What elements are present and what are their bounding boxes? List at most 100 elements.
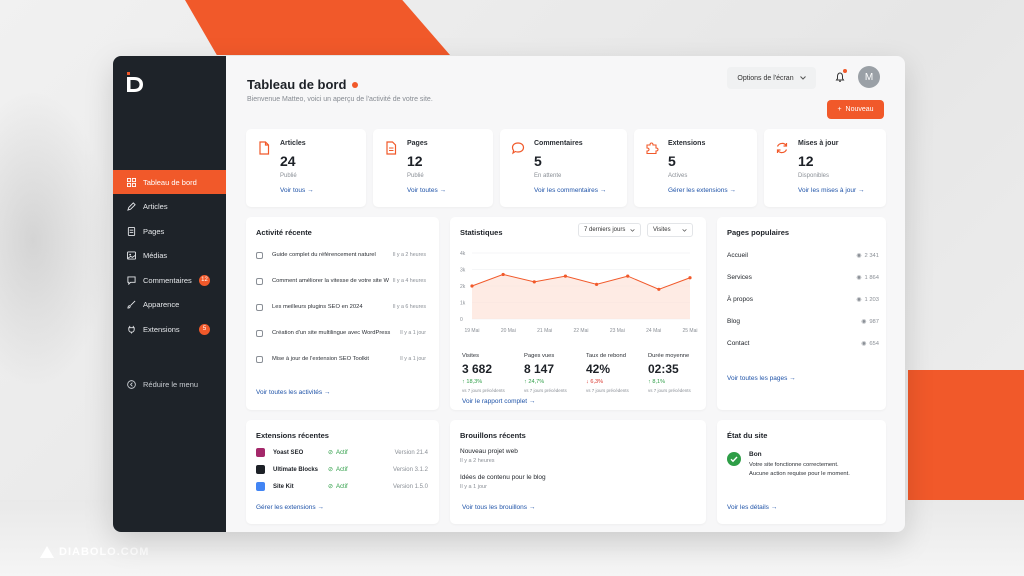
- popular-page-row[interactable]: Contact ◉ 654: [727, 340, 879, 347]
- extension-row[interactable]: Yoast SEO ⊘ Actif Version 21.4: [256, 448, 428, 457]
- x-tick-label: 21 Mai: [537, 328, 552, 334]
- y-tick-label: 4k: [460, 251, 466, 257]
- metric-select[interactable]: Visites: [647, 223, 693, 237]
- data-point[interactable]: [532, 280, 536, 284]
- extension-status: ⊘ Actif: [328, 466, 380, 474]
- stat-value: 12: [407, 153, 423, 169]
- popular-page-row[interactable]: À propos ◉ 1 203: [727, 296, 879, 303]
- puzzle-icon: [646, 142, 659, 155]
- sidebar-item-extensions[interactable]: Extensions 5: [113, 317, 226, 341]
- recent-activity-card: Activité récente Guide complet du référe…: [246, 217, 439, 410]
- stat-card-updates: Mises à jour 12 Disponibles Voir les mis…: [764, 129, 886, 207]
- metric-label: Pages vues: [524, 353, 555, 359]
- stat-value: 5: [534, 153, 542, 169]
- activity-row[interactable]: Guide complet du référencement naturel I…: [256, 242, 426, 268]
- activity-row[interactable]: Création d'un site multilingue avec Word…: [256, 320, 426, 346]
- collapse-menu-button[interactable]: Réduire le menu: [127, 380, 198, 389]
- app-logo-icon[interactable]: [127, 72, 145, 92]
- stat-value: 24: [280, 153, 296, 169]
- refresh-icon: [776, 142, 788, 154]
- draft-title[interactable]: Idées de contenu pour le blog: [460, 474, 546, 481]
- view-all-drafts-link[interactable]: Voir tous les brouillons →: [462, 504, 535, 511]
- sidebar-item-articles[interactable]: Articles: [113, 195, 226, 219]
- extension-version: Version 1.5.0: [392, 483, 428, 490]
- screen-options-button[interactable]: Options de l'écran: [727, 67, 816, 89]
- comment-icon: [511, 142, 525, 155]
- link-label: Voir tous les brouillons: [462, 504, 528, 511]
- view-all-activity-link[interactable]: Voir toutes les activités →: [256, 389, 330, 396]
- data-point[interactable]: [657, 287, 661, 291]
- extension-row[interactable]: Site Kit ⊘ Actif Version 1.5.0: [256, 482, 428, 491]
- chevron-down-icon: [630, 228, 635, 232]
- link-label: Voir les détails: [727, 504, 769, 511]
- y-tick-label: 0: [460, 317, 463, 323]
- data-point[interactable]: [594, 282, 599, 286]
- x-tick-label: 19 Mai: [464, 328, 479, 334]
- page-views: ◉ 2 341: [856, 252, 879, 259]
- data-point[interactable]: [563, 274, 568, 278]
- check-circle-icon: ⊘: [328, 484, 334, 490]
- metric-compare: vs 7 jours précédents: [648, 388, 691, 393]
- view-details-link[interactable]: Voir les détails →: [727, 504, 777, 511]
- activity-row[interactable]: Mise à jour de l'extension SEO Toolkit I…: [256, 346, 426, 372]
- manage-extensions-link[interactable]: Gérer les extensions →: [256, 504, 324, 511]
- new-button[interactable]: + Nouveau: [827, 100, 884, 119]
- sidebar-item-label: Tableau de bord: [143, 177, 197, 187]
- draft-title[interactable]: Nouveau projet web: [460, 448, 518, 455]
- sidebar-item-media[interactable]: Médias: [113, 244, 226, 268]
- activity-row[interactable]: Les meilleurs plugins SEO en 2024 Il y a…: [256, 294, 426, 320]
- views-count: 654: [869, 340, 879, 347]
- delta-value: 8,1%: [652, 379, 666, 385]
- card-title: Brouillons récents: [460, 431, 526, 440]
- metric-value: 02:35: [648, 362, 679, 376]
- page-title-text: Tableau de bord: [247, 77, 347, 92]
- screen-options-label: Options de l'écran: [737, 74, 794, 82]
- metric-pageviews: Pages vues 8 147 ↑ 24,7% vs 7 jours préc…: [524, 353, 567, 393]
- stat-link[interactable]: Gérer les extensions →: [668, 187, 736, 194]
- metric-compare: vs 7 jours précédents: [586, 388, 629, 393]
- stat-link[interactable]: Voir les commentaires →: [534, 187, 606, 194]
- views-count: 1 864: [864, 274, 879, 281]
- data-point[interactable]: [626, 274, 630, 278]
- sidebar-item-pages[interactable]: Pages: [113, 219, 226, 243]
- new-button-label: Nouveau: [845, 106, 874, 113]
- activity-time: Il y a 1 jour: [400, 330, 426, 336]
- stat-link[interactable]: Voir les mises à jour →: [798, 187, 864, 194]
- extension-name: Ultimate Blocks: [273, 466, 319, 473]
- yoast-logo-icon: [256, 448, 265, 457]
- page-views: ◉ 1 203: [856, 296, 879, 303]
- activity-row[interactable]: Comment améliorer la vitesse de votre si…: [256, 268, 426, 294]
- plugin-icon: [128, 325, 135, 334]
- date-range-select[interactable]: 7 derniers jours: [578, 223, 642, 237]
- card-title: Pages populaires: [727, 228, 790, 237]
- data-point[interactable]: [688, 276, 692, 280]
- background-shape-top: [185, 0, 450, 55]
- stat-link[interactable]: Voir toutes →: [407, 187, 446, 194]
- y-tick-label: 1k: [460, 301, 466, 307]
- data-point[interactable]: [470, 284, 474, 288]
- popular-page-row[interactable]: Blog ◉ 987: [727, 318, 879, 325]
- stat-sub: En attente: [534, 173, 562, 179]
- link-label: Voir toutes les pages: [727, 375, 788, 382]
- popular-page-row[interactable]: Services ◉ 1 864: [727, 274, 879, 281]
- stat-link-label: Voir tous: [280, 187, 306, 194]
- chevron-down-icon: [682, 228, 687, 232]
- notification-dot: [843, 69, 847, 73]
- sidebar: Tableau de bord Articles Pages Médias Co…: [113, 56, 226, 532]
- sidebar-item-comments[interactable]: Commentaires 12: [113, 268, 226, 292]
- popular-page-row[interactable]: Accueil ◉ 2 341: [727, 252, 879, 259]
- data-point[interactable]: [501, 272, 505, 277]
- sidebar-item-appearance[interactable]: Apparence: [113, 293, 226, 317]
- stat-link[interactable]: Voir tous →: [280, 187, 314, 194]
- comment-icon: [127, 275, 136, 285]
- recent-drafts-card: Brouillons récents Nouveau projet web Il…: [450, 420, 706, 524]
- user-avatar[interactable]: M: [858, 66, 880, 88]
- full-report-link[interactable]: Voir le rapport complet →: [462, 398, 535, 405]
- main-content: Tableau de bord Bienvenue Matteo, voici …: [226, 56, 905, 532]
- stat-label: Articles: [280, 140, 306, 147]
- draft-time: Il y a 1 jour: [460, 484, 487, 490]
- view-all-pages-link[interactable]: Voir toutes les pages →: [727, 375, 796, 382]
- sidebar-item-dashboard[interactable]: Tableau de bord: [113, 170, 226, 194]
- extension-row[interactable]: Ultimate Blocks ⊘ Actif Version 3.1.2: [256, 465, 428, 474]
- status-label: Actif: [336, 466, 348, 473]
